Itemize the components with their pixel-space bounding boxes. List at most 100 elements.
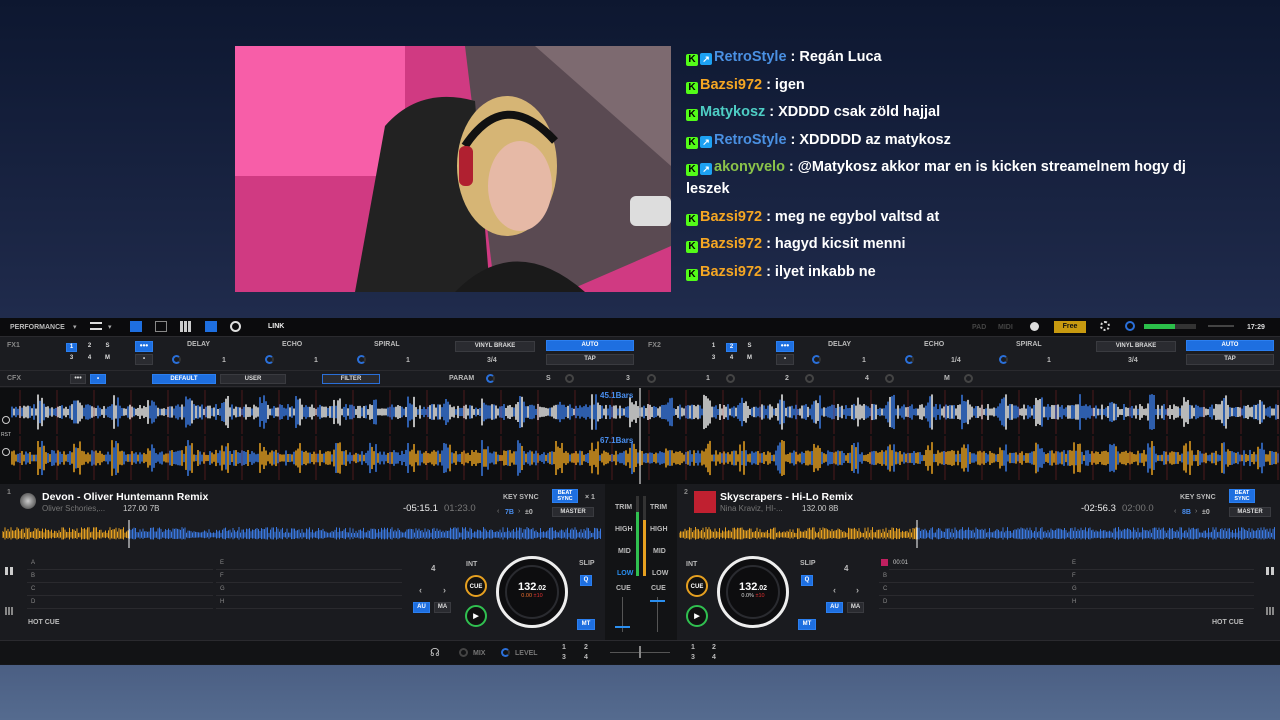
deck2-int-select[interactable]: INT [686, 561, 697, 568]
fx1-brake-select[interactable]: VINYL BRAKE [455, 341, 535, 352]
zoom-out-icon[interactable] [2, 448, 10, 456]
deck1-mt-button[interactable]: MT [577, 619, 595, 630]
fx2-slot1-name[interactable]: DELAY [828, 341, 851, 348]
fx2-dot-button[interactable]: • [776, 354, 794, 365]
deck1-pad-e[interactable]: E [216, 557, 402, 570]
mix-knob[interactable] [459, 648, 468, 657]
deck2-jog-wheel[interactable]: 132.02 0.0% ±10 [717, 556, 789, 628]
chevron-down-icon[interactable]: ▾ [108, 323, 112, 331]
crossfader[interactable] [639, 646, 641, 658]
bottom-deck2-2[interactable]: 2 [712, 644, 716, 651]
bottom-deck2-1[interactable]: 1 [691, 644, 695, 651]
fx1-tap-button[interactable]: TAP [546, 354, 634, 365]
fx2-brake-select[interactable]: VINYL BRAKE [1096, 341, 1176, 352]
master-slider[interactable] [1208, 325, 1234, 327]
fx1-slot3-knob[interactable] [357, 355, 366, 364]
fx2-slot3-name[interactable]: SPIRAL [1016, 341, 1042, 348]
deck1-hotcue-select[interactable]: HOT CUE [28, 619, 60, 626]
layout-browse-icon[interactable] [155, 321, 167, 332]
deck2-pad-b[interactable]: B [879, 570, 1073, 583]
headphones-icon[interactable]: ☊ [430, 646, 440, 659]
deck2-keysync[interactable]: KEY SYNC [1180, 494, 1216, 501]
cfx-s-knob[interactable] [565, 374, 574, 383]
deck2-pad-e[interactable]: E [1068, 557, 1254, 570]
ch1-cue-button[interactable]: CUE [616, 585, 631, 592]
deck1-int-select[interactable]: INT [466, 561, 477, 568]
cfx-dot-button[interactable]: • [90, 374, 106, 384]
deck1-pad-a[interactable]: A [27, 557, 213, 570]
fx1-slot2-knob[interactable] [265, 355, 274, 364]
fx1-beat-1[interactable]: 1 [66, 343, 77, 352]
deck1-overview-waveform[interactable] [2, 520, 602, 548]
free-badge[interactable]: Free [1054, 321, 1086, 333]
deck2-master-button[interactable]: MASTER [1229, 507, 1271, 517]
fx2-slot2-name[interactable]: ECHO [924, 341, 944, 348]
chevron-left-icon[interactable]: ‹ [497, 508, 499, 515]
bottom-deck1-1[interactable]: 1 [562, 644, 566, 651]
deck2-mt-button[interactable]: MT [798, 619, 816, 630]
deck2-loop-double[interactable]: › [856, 585, 859, 595]
ch2-cue-button[interactable]: CUE [651, 585, 666, 592]
deck2-pad-h[interactable]: H [1068, 596, 1254, 609]
cfx-more-button[interactable]: ••• [70, 374, 86, 384]
deck1-loop-half[interactable]: ‹ [419, 585, 422, 595]
ch1-fader[interactable] [615, 626, 630, 628]
chat-username[interactable]: Bazsi972 [700, 236, 762, 252]
volume-knob-icon[interactable] [1125, 321, 1135, 331]
fx2-slot1-knob[interactable] [812, 355, 821, 364]
cfx-filter-button[interactable]: FILTER [322, 374, 380, 384]
info-icon[interactable] [1030, 322, 1039, 331]
fx1-slot1-knob[interactable] [172, 355, 181, 364]
deck1-pad-c[interactable]: C [27, 583, 213, 596]
deck1-loop-double[interactable]: › [443, 585, 446, 595]
ch2-fader[interactable] [650, 600, 665, 602]
fx1-dot-button[interactable]: • [135, 354, 153, 365]
deck2-pad-g[interactable]: G [1068, 583, 1254, 596]
gear-icon[interactable] [1100, 321, 1110, 331]
reset-zoom-button[interactable]: RST [1, 432, 11, 438]
deck2-overview-waveform[interactable] [679, 520, 1275, 548]
chevron-down-icon[interactable]: ▾ [73, 323, 77, 331]
fx2-beat-4[interactable]: 4 [726, 355, 737, 364]
fx2-slot3-knob[interactable] [999, 355, 1008, 364]
deck1-keysync[interactable]: KEY SYNC [503, 494, 539, 501]
fx1-slot2-name[interactable]: ECHO [282, 341, 302, 348]
deck1-ma-button[interactable]: MA [434, 602, 451, 613]
fx1-slot3-name[interactable]: SPIRAL [374, 341, 400, 348]
deck1-pad-f[interactable]: F [216, 570, 402, 583]
cfx-tab-default[interactable]: DEFAULT [152, 374, 216, 384]
link-button[interactable]: LINK [268, 323, 284, 330]
deck1-beatsync-button[interactable]: BEAT SYNC [552, 489, 578, 503]
menu-icon[interactable] [90, 322, 102, 330]
fx1-more-button[interactable]: ••• [135, 341, 153, 352]
fx2-beat-1[interactable]: 1 [708, 343, 719, 352]
fx1-beat-4[interactable]: 4 [84, 355, 95, 364]
fx2-auto-button[interactable]: AUTO [1186, 340, 1274, 351]
bottom-deck1-3[interactable]: 3 [562, 654, 566, 661]
deck2-quantize-button[interactable]: Q [801, 575, 813, 586]
fx2-beat-2[interactable]: 2 [726, 343, 737, 352]
cfx-2-knob[interactable] [805, 374, 814, 383]
fx1-auto-button[interactable]: AUTO [546, 340, 634, 351]
fx1-beat-2[interactable]: 2 [84, 343, 95, 352]
waveform-display[interactable] [0, 388, 1280, 484]
bottom-deck1-2[interactable]: 2 [584, 644, 588, 651]
fx2-slot2-knob[interactable] [905, 355, 914, 364]
pad-mode-icon[interactable] [1266, 567, 1274, 575]
cfx-tab-user[interactable]: USER [220, 374, 286, 384]
chat-username[interactable]: Bazsi972 [700, 264, 762, 280]
deck1-pad-g[interactable]: G [216, 583, 402, 596]
deck1-au-button[interactable]: AU [413, 602, 430, 613]
cfx-1-knob[interactable] [726, 374, 735, 383]
deck2-loop-half[interactable]: ‹ [833, 585, 836, 595]
deck2-pad-a[interactable]: 00:01 [889, 557, 1073, 570]
chat-username[interactable]: Matykosz [700, 104, 765, 120]
cfx-m-knob[interactable] [964, 374, 973, 383]
deck2-cue-button[interactable]: CUE [686, 575, 708, 597]
pad-mode-icon[interactable] [5, 567, 13, 575]
deck1-pad-d[interactable]: D [27, 596, 213, 609]
chat-username[interactable]: Bazsi972 [700, 77, 762, 93]
deck2-pad-d[interactable]: D [879, 596, 1073, 609]
fx1-slot1-name[interactable]: DELAY [187, 341, 210, 348]
chevron-left-icon[interactable]: ‹ [1174, 508, 1176, 515]
